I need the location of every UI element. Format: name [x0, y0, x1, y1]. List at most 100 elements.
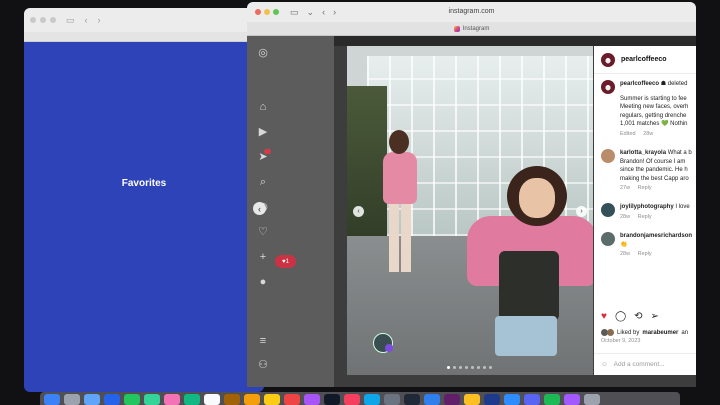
dock	[40, 392, 680, 405]
like-heart-icon[interactable]: ♥	[601, 311, 607, 322]
dock-messages-icon[interactable]	[124, 394, 140, 405]
comment-meta: 27w Reply	[620, 185, 692, 191]
chevron-left-icon[interactable]: ‹	[85, 15, 88, 25]
carousel-prev-button[interactable]: ‹	[353, 206, 364, 217]
liked-by-user[interactable]: marabeumer	[642, 330, 678, 336]
previous-post-button[interactable]: ‹	[253, 202, 266, 215]
carousel-dot	[477, 366, 480, 369]
search-icon[interactable]: ⌕	[257, 177, 269, 188]
threads-icon[interactable]: ⚇	[257, 360, 269, 371]
dock-podcasts-icon[interactable]	[304, 394, 320, 405]
dock-zoom-icon[interactable]	[504, 394, 520, 405]
comment-meta: 28w Reply	[620, 251, 692, 257]
reply-button[interactable]: Reply	[638, 214, 652, 220]
dock-notes-icon[interactable]	[264, 394, 280, 405]
reply-button[interactable]: Reply	[638, 251, 652, 257]
dock-news-icon[interactable]	[344, 394, 360, 405]
chevron-right-icon[interactable]: ›	[98, 15, 101, 25]
caption-time: 28w	[643, 130, 654, 137]
repost-icon[interactable]: ⟲	[634, 311, 642, 322]
dock-finder-icon[interactable]	[44, 394, 60, 405]
add-comment-field[interactable]: ☺ Add a comment...	[594, 353, 696, 375]
caption-header-text: deleted	[667, 81, 688, 87]
commenter-avatar[interactable]	[601, 203, 615, 217]
dock-trash-icon[interactable]	[584, 394, 600, 405]
comment-line: since the pandemic. He h	[620, 167, 688, 173]
commenter-username[interactable]: brandonjamesrichardson	[620, 233, 692, 239]
post-actions: ♥ ◯ ⟲ ➢	[601, 311, 659, 322]
dock-slack-icon[interactable]	[444, 394, 460, 405]
menu-icon[interactable]: ≡	[257, 336, 269, 347]
liked-by-prefix: Liked by	[617, 329, 640, 336]
dock-vscode-icon[interactable]	[424, 394, 440, 405]
safari-toolbar: ▭ ⌄ ‹ › instagram.com	[247, 2, 696, 22]
dock-appstore-icon[interactable]	[364, 394, 380, 405]
background-tab-bar	[24, 32, 264, 42]
instagram-logo-icon[interactable]: ◎	[257, 48, 269, 59]
dock-contacts-icon[interactable]	[224, 394, 240, 405]
author-username[interactable]: pearlcoffeeco	[621, 56, 667, 63]
dock-chrome-icon[interactable]	[464, 394, 480, 405]
commenter-username[interactable]: karlotta_krayola	[620, 150, 666, 156]
dock-tv-icon[interactable]	[324, 394, 340, 405]
dock-settings-icon[interactable]	[384, 394, 400, 405]
dock-reminders-icon[interactable]	[244, 394, 260, 405]
dock-music-icon[interactable]	[284, 394, 300, 405]
share-icon[interactable]: ➢	[651, 311, 659, 322]
post-comments-panel: pearlcoffeeco pearlcoffeeco ☗ deleted Su…	[594, 46, 696, 375]
address-bar[interactable]: instagram.com	[247, 8, 696, 15]
notifications-icon[interactable]: ♡	[257, 227, 269, 238]
window-zoom-button[interactable]	[50, 17, 56, 23]
dock-spotify-icon[interactable]	[544, 394, 560, 405]
dock-calendar-icon[interactable]	[204, 394, 220, 405]
carousel-dot	[447, 366, 450, 369]
dock-maps-icon[interactable]	[144, 394, 160, 405]
dock-photoshop-icon[interactable]	[484, 394, 500, 405]
dock-facetime-icon[interactable]	[184, 394, 200, 405]
dock-launchpad-icon[interactable]	[64, 394, 80, 405]
dock-figma-icon[interactable]	[564, 394, 580, 405]
comment-line: making the best Capp aro	[620, 175, 689, 182]
comment-text: I love	[675, 204, 690, 210]
likes-count: 1	[285, 258, 289, 265]
person-left-head	[389, 130, 409, 154]
comment-time: 28w	[620, 251, 631, 257]
comment-icon[interactable]: ◯	[615, 311, 626, 322]
background-safari-window[interactable]: ▭ ‹ › Favorites	[24, 8, 264, 392]
person-left	[375, 126, 425, 276]
messages-notification-badge	[264, 149, 271, 154]
desktop: ▭ ‹ › Favorites ▭ ⌄ ‹ › instagram.com In…	[0, 0, 720, 405]
comment-text: 👏	[620, 241, 628, 248]
sidebar-icon[interactable]: ▭	[66, 15, 75, 26]
carousel-next-button[interactable]: ›	[576, 206, 587, 217]
reels-icon[interactable]: ▶	[257, 127, 269, 138]
home-icon[interactable]: ⌂	[257, 102, 269, 113]
person-right-face	[519, 178, 555, 218]
dock-terminal-icon[interactable]	[404, 394, 420, 405]
caption-author-avatar[interactable]	[601, 80, 615, 94]
window-close-button[interactable]	[30, 17, 36, 23]
reply-button[interactable]: Reply	[638, 185, 652, 191]
commenter-username[interactable]: joylilyphotography	[620, 204, 674, 210]
carousel-dot	[489, 366, 492, 369]
comment-line: Brandon! Of course I am	[620, 158, 686, 165]
person-right-top	[499, 251, 559, 321]
carousel-dots	[447, 366, 492, 369]
caption-author[interactable]: pearlcoffeeco	[620, 81, 659, 87]
dock-photos-icon[interactable]	[164, 394, 180, 405]
dock-mail-icon[interactable]	[104, 394, 120, 405]
window-minimize-button[interactable]	[40, 17, 46, 23]
author-avatar[interactable]	[601, 52, 615, 67]
tab-strip[interactable]: Instagram	[247, 22, 696, 36]
dock-safari-icon[interactable]	[84, 394, 100, 405]
create-icon[interactable]: +	[257, 252, 269, 263]
commenter-avatar[interactable]	[601, 149, 615, 163]
liked-by-suffix: an	[681, 329, 689, 336]
profile-icon[interactable]: ●	[257, 277, 269, 288]
emoji-icon[interactable]: ☺	[601, 361, 608, 368]
post-photo[interactable]: ‹ ›	[347, 46, 593, 375]
person-left-legs	[389, 202, 411, 272]
commenter-avatar[interactable]	[601, 232, 615, 246]
comment-time: 28w	[620, 213, 631, 220]
dock-discord-icon[interactable]	[524, 394, 540, 405]
